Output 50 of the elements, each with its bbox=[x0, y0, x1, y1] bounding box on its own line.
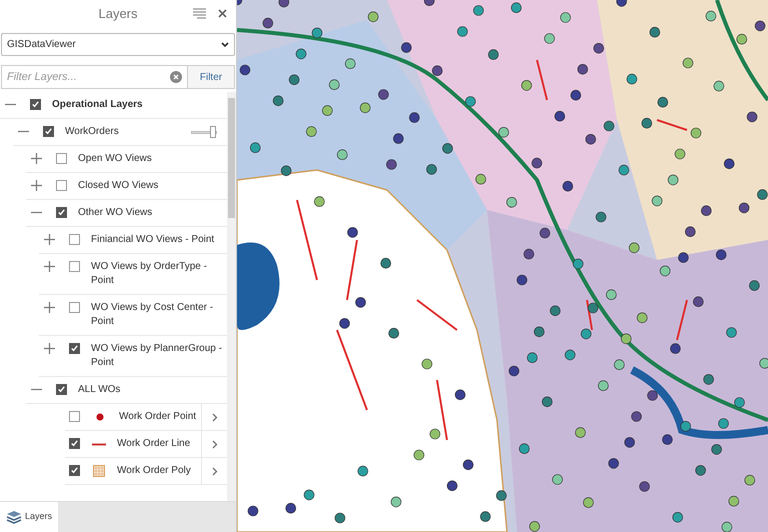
checkbox[interactable] bbox=[56, 207, 67, 218]
map-drawing[interactable] bbox=[237, 0, 768, 532]
checkbox[interactable] bbox=[69, 438, 80, 449]
checkbox[interactable] bbox=[69, 261, 80, 272]
layer-name: Work Order Poly bbox=[117, 464, 191, 478]
checkbox[interactable] bbox=[56, 180, 67, 191]
layer-name: Work Order Point bbox=[119, 410, 196, 424]
layer-name: WO Views by OrderType - Point bbox=[91, 260, 208, 288]
layer-dropdown[interactable]: GISDataViewer bbox=[1, 33, 235, 56]
layer-name: Closed WO Views bbox=[78, 179, 158, 193]
checkbox[interactable] bbox=[69, 465, 80, 476]
layers-icon bbox=[6, 510, 22, 524]
panel-title: Layers bbox=[98, 5, 138, 24]
expand-icon[interactable] bbox=[43, 260, 55, 272]
layer-name: WorkOrders bbox=[65, 125, 119, 139]
layer-name: Finiancial WO Views - Point bbox=[91, 233, 214, 247]
layer-name: Other WO Views bbox=[78, 206, 152, 220]
caret-icon bbox=[221, 42, 229, 48]
checkbox[interactable] bbox=[69, 302, 80, 313]
line-symbol-icon bbox=[92, 442, 106, 446]
checkbox[interactable] bbox=[30, 99, 41, 110]
slider-thumb[interactable] bbox=[210, 126, 216, 138]
menu-icon[interactable] bbox=[193, 8, 206, 19]
checkbox[interactable] bbox=[69, 411, 80, 422]
checkbox[interactable] bbox=[43, 126, 54, 137]
bottom-tab[interactable]: Layers bbox=[0, 502, 58, 532]
point-symbol-icon bbox=[96, 413, 104, 421]
scrollbar[interactable] bbox=[227, 92, 236, 501]
checkbox[interactable] bbox=[56, 153, 67, 164]
layer-name: WO Views by Cost Center - Point bbox=[91, 301, 214, 329]
expand-icon[interactable] bbox=[43, 233, 55, 245]
checkbox[interactable] bbox=[69, 234, 80, 245]
filter-input[interactable]: Filter Layers... bbox=[7, 68, 170, 86]
checkbox[interactable] bbox=[69, 343, 80, 354]
clear-icon[interactable] bbox=[170, 71, 182, 83]
filter-field[interactable]: Filter Layers... bbox=[1, 65, 188, 89]
layer-name: Operational Layers bbox=[52, 98, 143, 112]
polygon-symbol-icon bbox=[93, 465, 105, 477]
filter-button[interactable]: Filter bbox=[188, 65, 235, 89]
opacity-slider[interactable] bbox=[191, 128, 217, 136]
checkbox[interactable] bbox=[56, 384, 67, 395]
expand-icon[interactable] bbox=[30, 179, 42, 191]
close-icon[interactable] bbox=[218, 9, 227, 18]
layer-name: ALL WOs bbox=[78, 383, 120, 397]
expand-icon[interactable] bbox=[30, 152, 42, 164]
expand-icon[interactable] bbox=[43, 301, 55, 313]
layer-name: Work Order Line bbox=[117, 437, 190, 451]
layer-name: Open WO Views bbox=[78, 152, 152, 166]
expand-icon[interactable] bbox=[43, 342, 55, 354]
layer-name: WO Views by PlannerGroup - Point bbox=[91, 342, 223, 370]
